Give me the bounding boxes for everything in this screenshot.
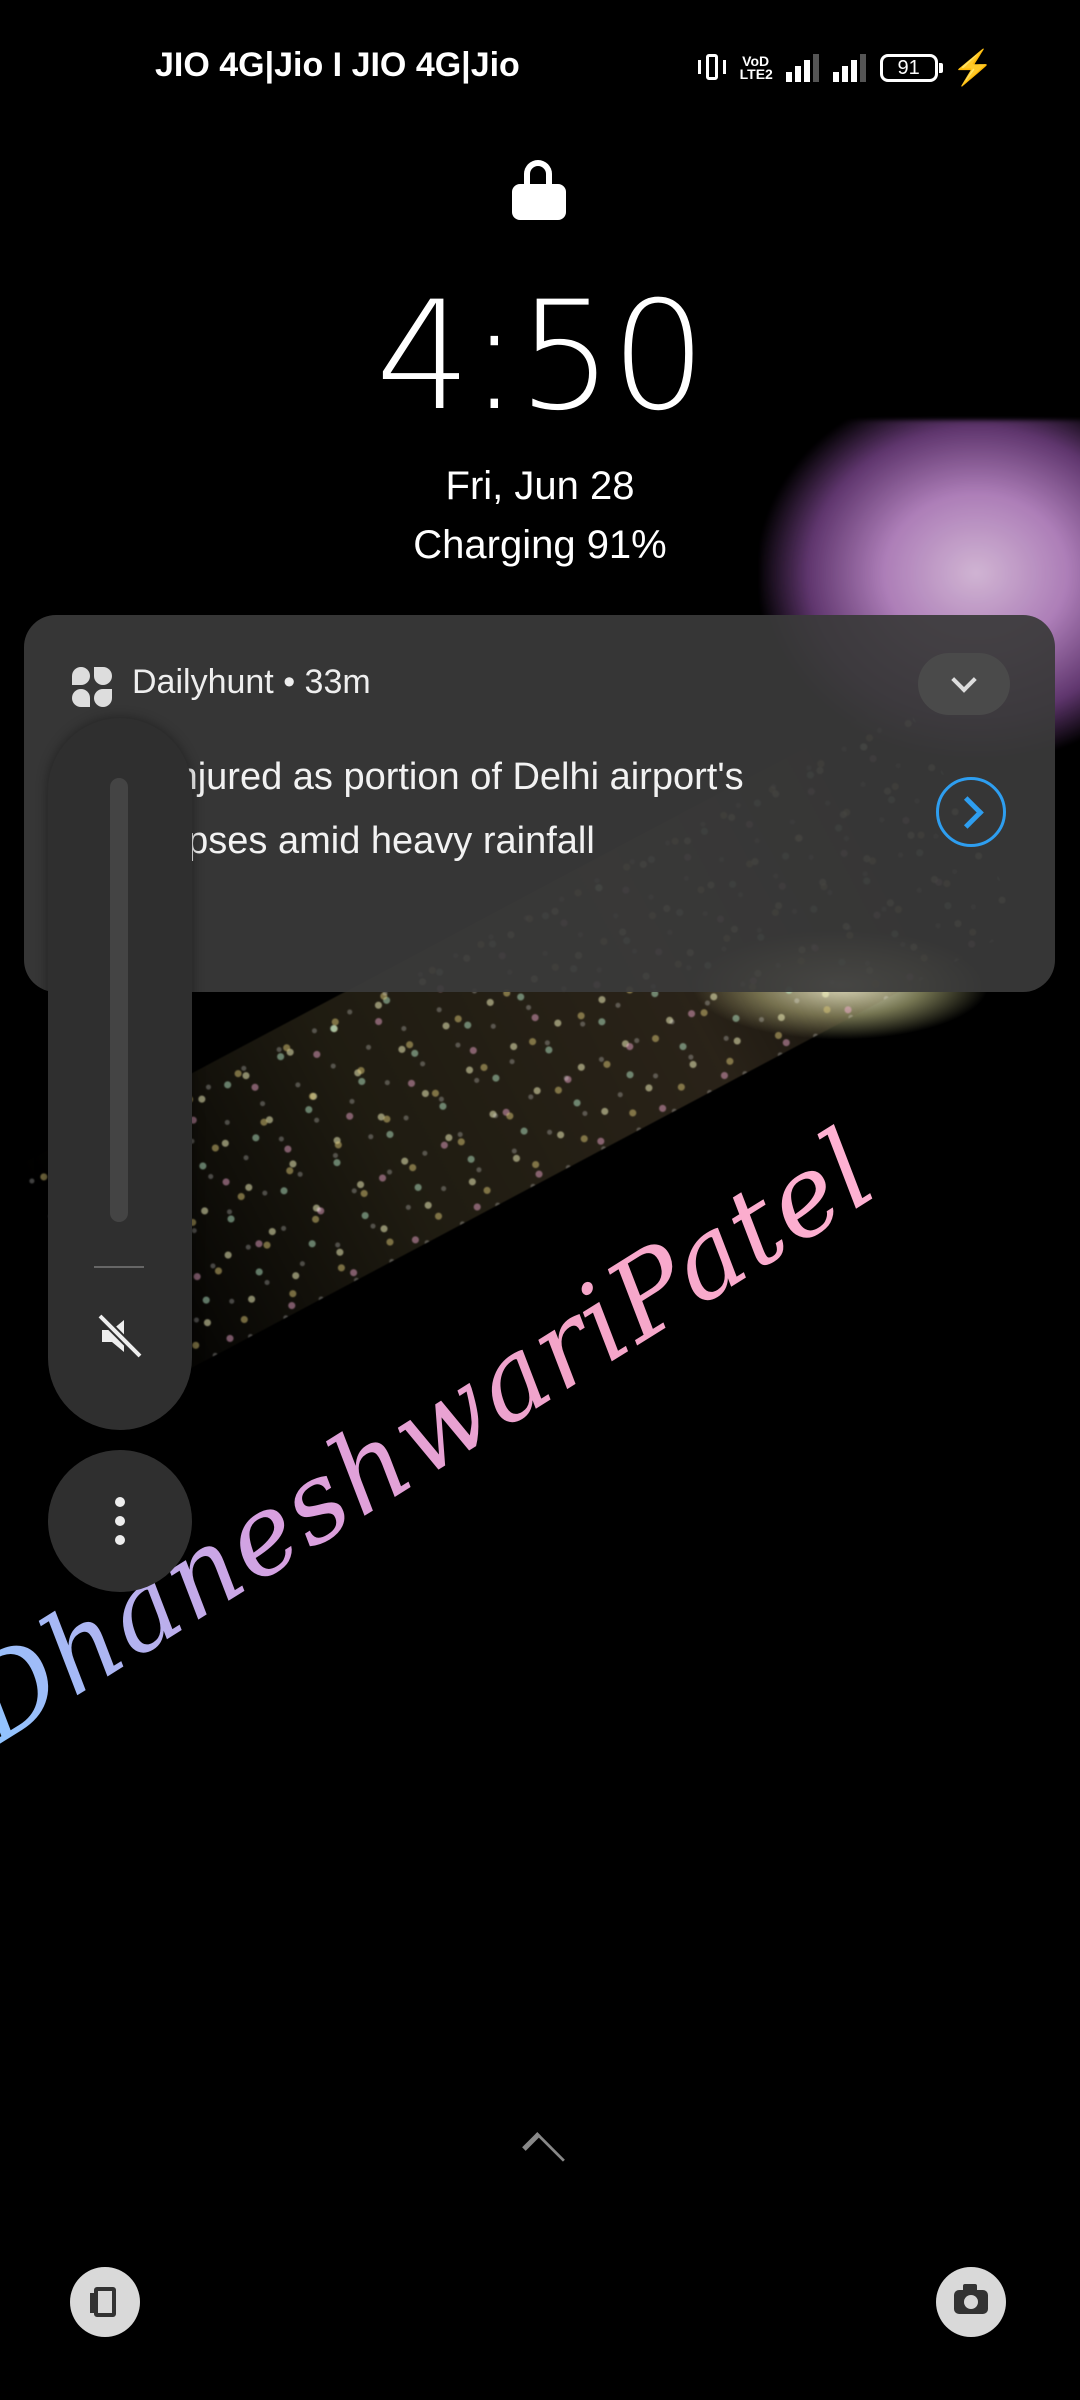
unlocked-padlock-icon[interactable] bbox=[512, 160, 568, 220]
volte-icon: VoD LTE2 bbox=[739, 53, 773, 82]
camera-icon bbox=[954, 2284, 988, 2314]
divider bbox=[94, 1266, 144, 1268]
status-bar: JIO 4G|Jio I JIO 4G|Jio VoD LTE2 91 ⚡ bbox=[0, 0, 1080, 130]
volume-slider[interactable] bbox=[110, 778, 128, 1222]
signal-icon bbox=[832, 54, 866, 82]
signal-icon bbox=[785, 54, 819, 82]
carrier-label: JIO 4G|Jio I JIO 4G|Jio bbox=[155, 46, 520, 84]
vibrate-icon bbox=[697, 52, 726, 84]
dailyhunt-app-icon bbox=[72, 667, 112, 707]
status-icons: VoD LTE2 91 ⚡ bbox=[697, 48, 994, 88]
date-label: Fri, Jun 28 bbox=[445, 464, 635, 508]
notification-body-line2: ollapses amid heavy rainfall bbox=[128, 820, 595, 862]
phone-icon bbox=[90, 2287, 116, 2317]
clock-time: 4:50 bbox=[375, 270, 707, 444]
more-vertical-icon bbox=[115, 1497, 125, 1507]
notification-body-line1: al injured as portion of Delhi airport's bbox=[128, 756, 744, 798]
phone-shortcut-button[interactable] bbox=[70, 2267, 140, 2337]
expand-button[interactable] bbox=[918, 653, 1010, 715]
charging-status: Charging 91% bbox=[413, 523, 667, 567]
notification-header: Dailyhunt • 33m bbox=[132, 663, 371, 701]
volume-panel bbox=[48, 718, 192, 1430]
notification-body: al injured as portion of Delhi airport's… bbox=[128, 745, 898, 873]
volume-more-button[interactable] bbox=[48, 1450, 192, 1592]
chevron-down-icon bbox=[951, 667, 977, 693]
chevron-up-icon bbox=[512, 2118, 568, 2174]
chevron-right-circle-icon bbox=[950, 795, 984, 829]
volume-mute-icon[interactable] bbox=[92, 1308, 148, 1364]
open-notification-button[interactable] bbox=[936, 777, 1006, 847]
battery-icon: 91 bbox=[879, 54, 943, 82]
charging-bolt-icon: ⚡ bbox=[951, 49, 994, 87]
camera-shortcut-button[interactable] bbox=[936, 2267, 1006, 2337]
